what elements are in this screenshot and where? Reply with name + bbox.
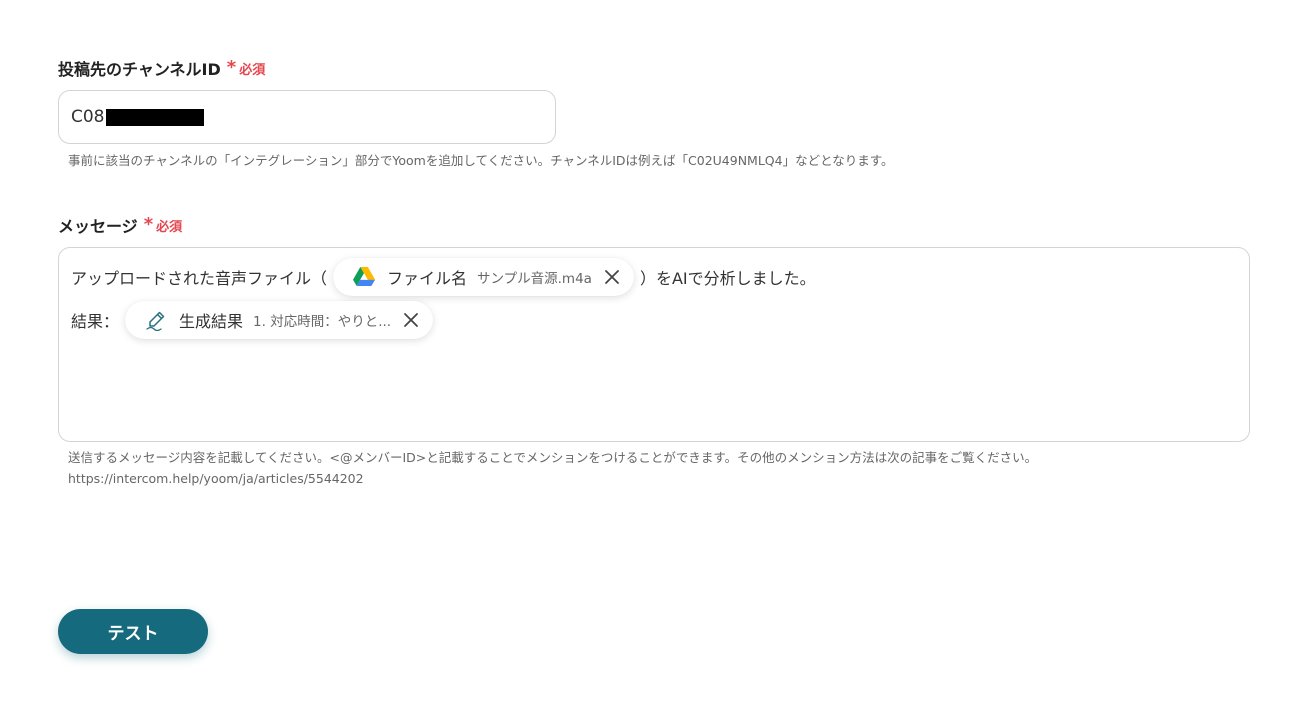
- form-page: 投稿先のチャンネルID * 必須 C08 事前に該当のチャンネルの「インテグレー…: [0, 0, 1312, 701]
- message-line-2: 結果： 生成結果 1. 対応時間：やりと...: [71, 301, 439, 339]
- message-help-text: 送信するメッセージ内容を記載してください。<@メンバーID>と記載することでメン…: [68, 450, 1038, 465]
- test-button[interactable]: テスト: [58, 609, 208, 654]
- redacted-block: [105, 108, 204, 126]
- chip-value: 1. 対応時間：やりと...: [253, 314, 392, 330]
- google-drive-icon: [353, 266, 376, 288]
- message-label-text: メッセージ: [58, 217, 138, 236]
- message-text-result-prefix: 結果：: [71, 312, 120, 331]
- required-text: 必須: [156, 219, 183, 235]
- channel-id-input[interactable]: C08: [58, 90, 556, 144]
- message-text-suffix: ）をAIで分析しました。: [639, 269, 816, 288]
- channel-id-help-text: 事前に該当のチャンネルの「インテグレーション」部分でYoomを追加してください。…: [68, 153, 894, 168]
- close-icon[interactable]: [602, 267, 622, 287]
- chip-name: ファイル名: [387, 269, 468, 288]
- required-badge: * 必須: [227, 59, 265, 78]
- channel-id-label-text: 投稿先のチャンネルID: [58, 60, 221, 79]
- chip-value: サンプル音源.m4a: [477, 271, 592, 287]
- channel-id-label: 投稿先のチャンネルID * 必須: [58, 56, 265, 80]
- required-star: *: [226, 57, 237, 78]
- chip-name: 生成結果: [179, 312, 244, 331]
- ai-pen-icon: [145, 309, 167, 331]
- message-editor[interactable]: アップロードされた音声ファイル（ ファイル名 サンプル音源.m4a ）をAIで分…: [58, 247, 1250, 442]
- required-badge: * 必須: [144, 216, 182, 235]
- message-line-1: アップロードされた音声ファイル（ ファイル名 サンプル音源.m4a ）をAIで分…: [71, 258, 816, 296]
- required-star: *: [143, 214, 154, 235]
- message-text-prefix: アップロードされた音声ファイル（: [71, 269, 328, 288]
- message-help-link[interactable]: https://intercom.help/yoom/ja/articles/5…: [68, 468, 364, 489]
- message-label: メッセージ * 必須: [58, 213, 182, 237]
- required-text: 必須: [239, 62, 266, 78]
- variable-chip-generated-result[interactable]: 生成結果 1. 対応時間：やりと...: [125, 301, 434, 339]
- variable-chip-filename[interactable]: ファイル名 サンプル音源.m4a: [333, 258, 634, 296]
- close-icon[interactable]: [401, 310, 421, 330]
- channel-id-value: C08: [71, 107, 105, 127]
